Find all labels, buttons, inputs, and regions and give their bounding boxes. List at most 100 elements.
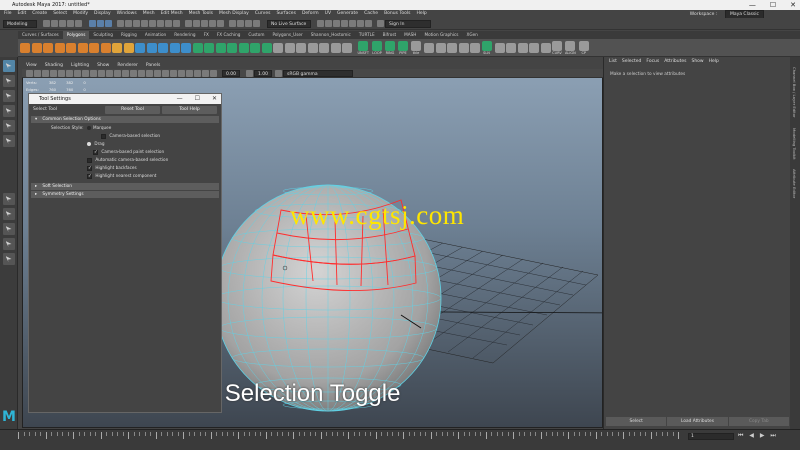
xray-joints-icon[interactable] — [202, 69, 209, 77]
snap-view-icon[interactable] — [209, 20, 216, 27]
shelf-tab-polygons-user[interactable]: Polygons_User — [268, 31, 306, 39]
select-tool-icon[interactable] — [2, 60, 15, 72]
menu-surfaces[interactable]: Surfaces — [276, 10, 296, 18]
textured-icon[interactable] — [138, 69, 145, 77]
pick-mask-icon[interactable] — [173, 20, 180, 27]
marquee-radio[interactable] — [87, 126, 91, 130]
shelf-align-button[interactable]: ALIGN — [565, 40, 576, 55]
shelf-tab-turtle[interactable]: TURTLE — [355, 31, 379, 39]
shelf-tab-rigging[interactable]: Rigging — [117, 31, 141, 39]
gamma-icon[interactable] — [246, 69, 253, 77]
camera-attributes-icon[interactable] — [34, 69, 41, 77]
lights-icon[interactable] — [146, 69, 153, 77]
exposure-field[interactable]: 0.00 — [222, 69, 240, 77]
menu-mesh-tools[interactable]: Mesh Tools — [189, 10, 213, 18]
copy-tab-button[interactable]: Copy Tab — [728, 417, 789, 426]
menu-file[interactable]: File — [4, 10, 12, 18]
field-chart-icon[interactable] — [90, 69, 97, 77]
ipr-render-icon[interactable] — [333, 20, 340, 27]
vp-menu-lighting[interactable]: Lighting — [71, 62, 89, 69]
sign-in-dropdown[interactable]: Sign In — [385, 19, 431, 28]
poly-text-icon[interactable] — [112, 42, 122, 53]
shelf-tool-icon[interactable] — [447, 42, 457, 53]
tool-settings-window[interactable]: Tool Settings — ☐ ✕ Select Tool Reset To… — [28, 93, 222, 413]
bevel-icon[interactable] — [215, 42, 226, 53]
shelf-tool-icon[interactable] — [540, 42, 551, 53]
drag-radio[interactable] — [87, 142, 91, 146]
safe-title-icon[interactable] — [106, 69, 113, 77]
grid-toggle-icon[interactable] — [58, 69, 65, 77]
current-frame-field[interactable]: 1 — [688, 433, 734, 440]
shelf-tab-motion-graphics[interactable]: Motion Graphics — [420, 31, 462, 39]
shelf-tab-sculpting[interactable]: Sculpting — [89, 31, 117, 39]
shelf-tab-mash[interactable]: MASH — [400, 31, 420, 39]
gamma-field[interactable]: 1.00 — [254, 69, 272, 77]
highlight-backfaces-checkbox[interactable] — [87, 165, 92, 173]
live-surface-field[interactable]: No Live Surface — [267, 19, 311, 28]
ts-maximize-button[interactable]: ☐ — [195, 94, 200, 104]
render-setup-icon[interactable] — [357, 20, 364, 27]
shelf-tool-icon[interactable] — [506, 42, 516, 53]
menu-set-dropdown[interactable]: Modeling — [3, 19, 37, 28]
ae-menu-selected[interactable]: Selected — [622, 57, 642, 66]
menu-help[interactable]: Help — [416, 10, 426, 18]
film-gate-icon[interactable] — [66, 69, 73, 77]
time-slider-ticks[interactable] — [18, 432, 688, 440]
soften-edge-icon[interactable] — [319, 42, 329, 53]
pick-mask-icon[interactable] — [149, 20, 156, 27]
shelf-tool-icon[interactable] — [494, 42, 505, 53]
image-plane-icon[interactable] — [50, 69, 57, 77]
resolution-gate-icon[interactable] — [74, 69, 81, 77]
camera-based-paint-checkbox[interactable] — [93, 149, 98, 157]
load-attributes-button[interactable]: Load Attributes — [667, 417, 728, 426]
menu-windows[interactable]: Windows — [117, 10, 137, 18]
pick-mask-icon[interactable] — [165, 20, 172, 27]
snap-point-icon[interactable] — [201, 20, 208, 27]
ae-menu-help[interactable]: Help — [709, 57, 719, 66]
ae-select-button[interactable]: Select — [606, 417, 667, 426]
menu-modify[interactable]: Modify — [73, 10, 88, 18]
poly-svg-icon[interactable] — [123, 42, 134, 53]
side-tab-attribute-editor[interactable]: Attribute Editor — [792, 169, 797, 198]
select-hierarchy-icon[interactable] — [89, 20, 96, 27]
tool-help-button[interactable]: Tool Help — [162, 105, 217, 114]
shelf-pipe-button[interactable]: PIPE — [398, 40, 408, 55]
smooth-icon[interactable] — [158, 42, 168, 53]
shelf-ring-button[interactable]: RING — [385, 40, 395, 55]
poly-platonic-icon[interactable] — [100, 42, 111, 53]
shelf-tool-icon[interactable] — [470, 42, 480, 53]
pick-mask-icon[interactable] — [133, 20, 140, 27]
harden-edge-icon[interactable] — [330, 42, 341, 53]
menu-edit-mesh[interactable]: Edit Mesh — [161, 10, 183, 18]
menu-curves[interactable]: Curves — [255, 10, 271, 18]
minimize-button[interactable]: — — [749, 0, 756, 10]
vp-menu-panels[interactable]: Panels — [146, 62, 160, 69]
auto-camera-checkbox[interactable] — [87, 157, 92, 163]
isolate-select-icon[interactable] — [186, 69, 193, 77]
light-editor-icon[interactable] — [365, 20, 372, 27]
shelf-tab-fx[interactable]: FX — [200, 31, 213, 39]
vp-menu-renderer[interactable]: Renderer — [117, 62, 138, 69]
scale-tool-icon[interactable] — [2, 135, 15, 147]
maximize-button[interactable]: ☐ — [770, 0, 776, 10]
select-object-icon[interactable] — [97, 20, 104, 27]
outliner-layout-icon[interactable] — [2, 238, 15, 250]
bookmark-icon[interactable] — [42, 69, 49, 77]
history-icon[interactable] — [237, 20, 244, 27]
poly-sphere-icon[interactable] — [20, 42, 30, 53]
color-space-dropdown[interactable]: sRGB gamma — [283, 69, 353, 77]
poly-plane-icon[interactable] — [77, 42, 88, 53]
smooth-shade-icon[interactable] — [122, 69, 129, 77]
auto-uv-icon[interactable] — [284, 42, 295, 53]
pick-mask-icon[interactable] — [125, 20, 132, 27]
menu-bonus-tools[interactable]: Bonus Tools — [384, 10, 410, 18]
shelf-curv-button[interactable]: CURV — [552, 40, 562, 55]
boolean-icon[interactable] — [169, 42, 180, 53]
ae-menu-attributes[interactable]: Attributes — [664, 57, 686, 66]
combine-icon[interactable] — [135, 42, 145, 53]
xray-icon[interactable] — [194, 69, 201, 77]
render-frame-icon[interactable] — [325, 20, 332, 27]
two-pane-layout-icon[interactable] — [2, 223, 15, 235]
ae-menu-focus[interactable]: Focus — [646, 57, 659, 66]
extrude-icon[interactable] — [192, 42, 203, 53]
